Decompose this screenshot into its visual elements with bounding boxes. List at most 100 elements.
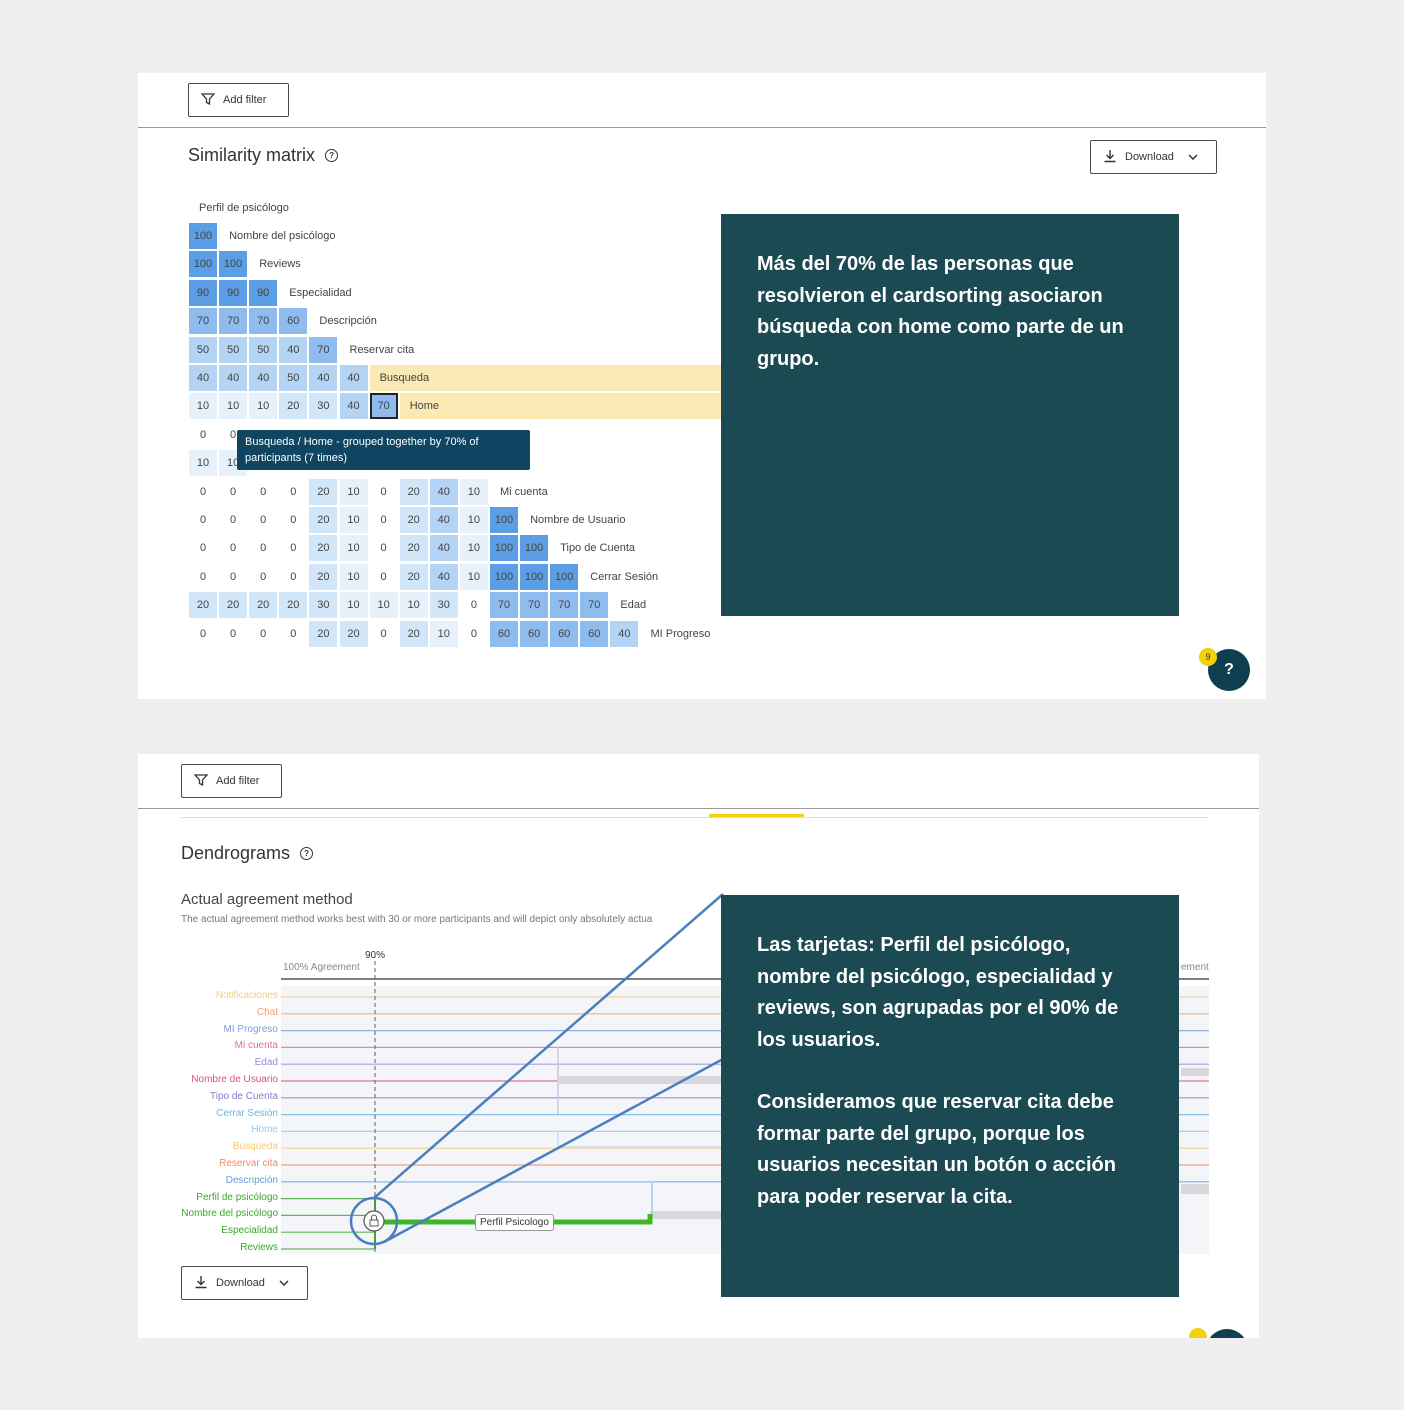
matrix-cell[interactable]: 40 bbox=[429, 535, 458, 562]
help-icon[interactable]: ? bbox=[325, 149, 339, 162]
matrix-cell[interactable]: 50 bbox=[249, 336, 278, 363]
matrix-cell[interactable]: 40 bbox=[339, 365, 368, 391]
matrix-cell[interactable]: 0 bbox=[219, 478, 248, 505]
matrix-cell[interactable]: 10 bbox=[189, 450, 217, 477]
matrix-cell[interactable]: 40 bbox=[309, 365, 338, 391]
matrix-cell[interactable]: 20 bbox=[399, 620, 428, 647]
matrix-cell[interactable]: 20 bbox=[339, 620, 368, 647]
matrix-cell[interactable]: 0 bbox=[279, 507, 308, 533]
matrix-cell[interactable]: 10 bbox=[459, 478, 488, 505]
matrix-cell[interactable]: 0 bbox=[219, 507, 248, 533]
matrix-cell[interactable]: 30 bbox=[309, 592, 338, 619]
matrix-cell[interactable]: 0 bbox=[219, 535, 248, 562]
matrix-cell[interactable]: 0 bbox=[189, 507, 217, 533]
matrix-cell[interactable]: 100 bbox=[520, 535, 549, 562]
matrix-cell[interactable]: 10 bbox=[429, 620, 458, 647]
matrix-cell[interactable]: 50 bbox=[189, 336, 217, 363]
matrix-cell[interactable]: 10 bbox=[339, 507, 368, 533]
matrix-cell[interactable]: 10 bbox=[459, 563, 488, 590]
matrix-cell[interactable]: 10 bbox=[399, 592, 428, 619]
matrix-cell[interactable]: 20 bbox=[249, 592, 278, 619]
matrix-cell[interactable]: 10 bbox=[219, 393, 248, 420]
matrix-cell[interactable]: 0 bbox=[189, 421, 217, 448]
matrix-cell[interactable]: 40 bbox=[429, 563, 458, 590]
matrix-cell[interactable]: 0 bbox=[279, 563, 308, 590]
matrix-cell[interactable]: 0 bbox=[189, 563, 217, 590]
matrix-cell[interactable]: 90 bbox=[189, 279, 217, 306]
matrix-cell[interactable]: 40 bbox=[249, 365, 278, 391]
matrix-cell[interactable]: 20 bbox=[399, 535, 428, 562]
matrix-cell[interactable]: 20 bbox=[279, 592, 308, 619]
matrix-cell[interactable]: 0 bbox=[459, 592, 488, 619]
matrix-cell[interactable]: 40 bbox=[219, 365, 248, 391]
matrix-cell[interactable]: 20 bbox=[399, 563, 428, 590]
matrix-cell[interactable]: 90 bbox=[219, 279, 248, 306]
download-button[interactable]: Download bbox=[1090, 140, 1217, 174]
matrix-cell[interactable]: 100 bbox=[219, 251, 248, 278]
matrix-cell[interactable]: 40 bbox=[429, 478, 458, 505]
matrix-cell[interactable]: 0 bbox=[249, 563, 278, 590]
matrix-cell[interactable]: 70 bbox=[490, 592, 518, 619]
matrix-cell[interactable]: 70 bbox=[520, 592, 549, 619]
matrix-cell[interactable]: 100 bbox=[490, 563, 518, 590]
matrix-cell[interactable]: 10 bbox=[459, 507, 488, 533]
matrix-cell[interactable]: 30 bbox=[429, 592, 458, 619]
matrix-cell[interactable]: 100 bbox=[189, 223, 217, 249]
matrix-cell[interactable]: 20 bbox=[309, 478, 338, 505]
matrix-cell[interactable]: 40 bbox=[339, 393, 368, 420]
matrix-cell[interactable]: 40 bbox=[429, 507, 458, 533]
matrix-cell[interactable]: 20 bbox=[189, 592, 217, 619]
matrix-cell[interactable]: 40 bbox=[189, 365, 217, 391]
matrix-cell[interactable]: 0 bbox=[189, 535, 217, 562]
matrix-cell[interactable]: 20 bbox=[309, 535, 338, 562]
matrix-cell[interactable]: 60 bbox=[490, 620, 518, 647]
matrix-cell[interactable]: 40 bbox=[610, 620, 639, 647]
matrix-cell[interactable]: 20 bbox=[399, 478, 428, 505]
matrix-cell[interactable]: 30 bbox=[309, 393, 338, 420]
matrix-cell[interactable]: 10 bbox=[249, 393, 278, 420]
matrix-cell[interactable]: 50 bbox=[219, 336, 248, 363]
matrix-cell[interactable]: 0 bbox=[249, 535, 278, 562]
matrix-cell[interactable]: 50 bbox=[279, 365, 308, 391]
matrix-cell[interactable]: 10 bbox=[339, 478, 368, 505]
matrix-cell[interactable]: 70 bbox=[189, 308, 217, 335]
matrix-cell[interactable]: 70 bbox=[550, 592, 579, 619]
matrix-cell[interactable]: 20 bbox=[399, 507, 428, 533]
matrix-cell[interactable]: 70 bbox=[249, 308, 278, 335]
matrix-cell[interactable]: 60 bbox=[550, 620, 579, 647]
matrix-cell[interactable]: 70 bbox=[219, 308, 248, 335]
matrix-cell[interactable]: 0 bbox=[279, 535, 308, 562]
matrix-cell[interactable]: 20 bbox=[219, 592, 248, 619]
matrix-cell[interactable]: 100 bbox=[490, 535, 518, 562]
matrix-cell[interactable]: 0 bbox=[219, 620, 248, 647]
add-filter-button[interactable]: Add filter bbox=[188, 83, 289, 117]
matrix-cell[interactable]: 0 bbox=[249, 620, 278, 647]
matrix-cell[interactable]: 0 bbox=[369, 535, 398, 562]
matrix-cell[interactable]: 60 bbox=[279, 308, 308, 335]
matrix-cell-selected[interactable]: 70 bbox=[369, 393, 398, 420]
matrix-cell[interactable]: 70 bbox=[309, 336, 338, 363]
matrix-cell[interactable]: 10 bbox=[339, 592, 368, 619]
matrix-cell[interactable]: 70 bbox=[580, 592, 609, 619]
matrix-cell[interactable]: 0 bbox=[189, 620, 217, 647]
matrix-cell[interactable]: 0 bbox=[459, 620, 488, 647]
matrix-cell[interactable]: 10 bbox=[339, 563, 368, 590]
matrix-cell[interactable]: 10 bbox=[189, 393, 217, 420]
matrix-cell[interactable]: 10 bbox=[339, 535, 368, 562]
matrix-cell[interactable]: 60 bbox=[580, 620, 609, 647]
matrix-cell[interactable]: 0 bbox=[189, 478, 217, 505]
matrix-cell[interactable]: 0 bbox=[369, 620, 398, 647]
matrix-cell[interactable]: 0 bbox=[369, 478, 398, 505]
matrix-cell[interactable]: 20 bbox=[309, 563, 338, 590]
matrix-cell[interactable]: 0 bbox=[219, 563, 248, 590]
matrix-cell[interactable]: 10 bbox=[369, 592, 398, 619]
matrix-cell[interactable]: 100 bbox=[550, 563, 579, 590]
download-button-2[interactable]: Download bbox=[181, 1266, 308, 1300]
matrix-cell[interactable]: 100 bbox=[520, 563, 549, 590]
matrix-cell[interactable]: 0 bbox=[279, 620, 308, 647]
matrix-cell[interactable]: 60 bbox=[520, 620, 549, 647]
matrix-cell[interactable]: 0 bbox=[279, 478, 308, 505]
matrix-cell[interactable]: 90 bbox=[249, 279, 278, 306]
matrix-cell[interactable]: 100 bbox=[490, 507, 518, 533]
matrix-cell[interactable]: 0 bbox=[249, 507, 278, 533]
